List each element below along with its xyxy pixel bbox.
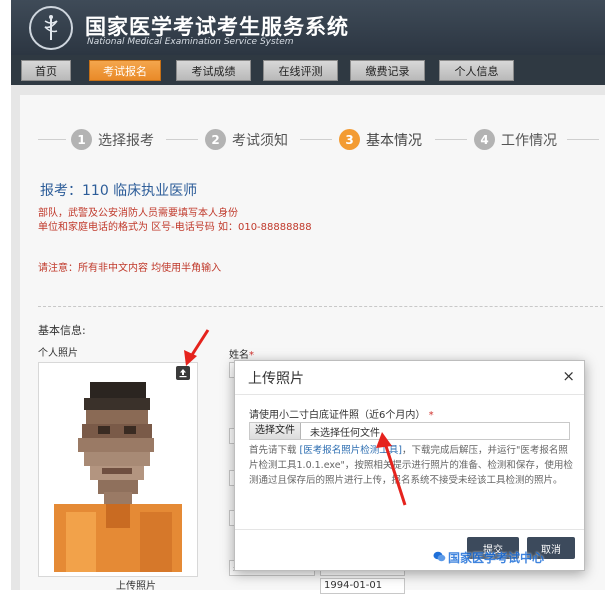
step-2-label: 考试须知 [232, 133, 288, 149]
app-subtitle: National Medical Examination Service Sys… [87, 37, 294, 47]
section-divider [38, 306, 603, 307]
nav-payment-records[interactable]: 缴费记录 [350, 60, 425, 81]
applicant-photo [48, 372, 188, 572]
file-status-text: 未选择任何文件 [310, 428, 380, 439]
step-connector [435, 139, 467, 140]
note-half-width: 请注意：所有非中文内容 均使用半角输入 [38, 263, 222, 274]
application-title: 报考：110 临床执业医师 [40, 183, 198, 199]
step-2-number: 2 [205, 129, 226, 150]
step-connector [38, 139, 66, 140]
dialog-instruction: 请使用小二寸白底证件照（近6个月内） * [249, 410, 434, 421]
pixelated-portrait-image [48, 372, 188, 572]
step-3-label: 基本情况 [366, 133, 422, 149]
nav-exam-registration[interactable]: 考试报名 [89, 60, 161, 81]
step-connector [567, 139, 599, 140]
upload-photo-dialog: 上传照片 × 请使用小二寸白底证件照（近6个月内） * 选择文件 未选择任何文件… [234, 360, 585, 571]
step-connector [300, 139, 332, 140]
nav-exam-scores[interactable]: 考试成绩 [176, 60, 251, 81]
photo-tool-download-link[interactable]: [医考报名照片检测工具] [300, 445, 402, 456]
step-connector [166, 139, 198, 140]
app-header: 国家医学考试考生服务系统 National Medical Examinatio… [11, 0, 605, 55]
caduceus-icon [44, 15, 58, 40]
name-label: 姓名* [229, 350, 254, 361]
nav-home[interactable]: 首页 [21, 60, 71, 81]
note-phone-format: 单位和家庭电话的格式为 区号-电话号码 如：010-88888888 [38, 222, 312, 233]
step-1-label: 选择报考 [98, 133, 154, 149]
file-input[interactable]: 选择文件 未选择任何文件 [249, 422, 570, 440]
dialog-divider [235, 394, 584, 395]
watermark-text: 国家医学考试中心 [448, 551, 545, 565]
nav-personal-info[interactable]: 个人信息 [439, 60, 514, 81]
step-1-number: 1 [71, 129, 92, 150]
medical-emblem-logo [29, 6, 73, 50]
dialog-footer-divider [235, 529, 584, 530]
main-nav: 首页 考试报名 考试成绩 在线评测 缴费记录 个人信息 [11, 55, 605, 85]
date-field[interactable]: 1994-01-01 [320, 578, 405, 594]
upload-photo-icon[interactable] [176, 366, 190, 380]
choose-file-button[interactable]: 选择文件 [250, 423, 301, 439]
note-military: 部队，武警及公安消防人员需要填写本人身份 [38, 208, 238, 219]
dialog-help-text: 首先请下载 [医考报名照片检测工具]，下载完成后解压，并运行"医考报名照片检测工… [249, 445, 573, 486]
close-icon[interactable]: × [562, 367, 575, 385]
basic-info-heading: 基本信息: [38, 324, 86, 337]
step-4-number: 4 [474, 129, 495, 150]
step-4-label: 工作情况 [501, 133, 557, 149]
step-3-number: 3 [339, 129, 360, 150]
dialog-title: 上传照片 [248, 371, 304, 387]
wechat-icon [433, 551, 446, 562]
nav-online-assessment[interactable]: 在线评测 [263, 60, 338, 81]
photo-label: 个人照片 [38, 348, 78, 359]
